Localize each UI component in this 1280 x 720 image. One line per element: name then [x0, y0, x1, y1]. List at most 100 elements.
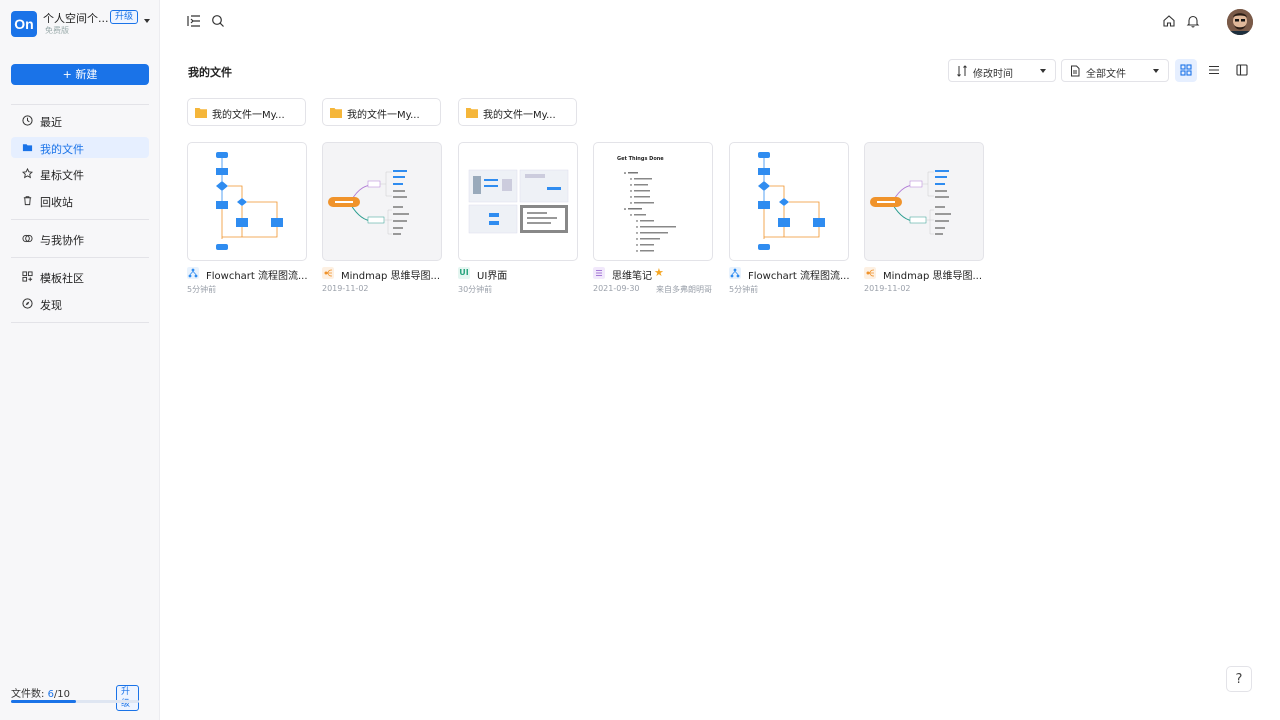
trash-icon — [23, 196, 32, 206]
star-icon[interactable]: ★ — [654, 266, 664, 279]
mindmap-thumbnail — [870, 170, 951, 235]
sidebar-item-label: 与我协作 — [40, 234, 84, 247]
page-title: 我的文件 — [188, 66, 232, 79]
sidebar-item-label: 回收站 — [40, 196, 73, 209]
note-icon — [593, 267, 605, 279]
help-button[interactable]: ? — [1226, 666, 1252, 692]
sidebar-item-label: 最近 — [40, 116, 62, 129]
folder-name: 我的文件一My... — [347, 110, 420, 121]
file-card[interactable]: Mindmap 思维导图... 2019-11-02 — [864, 142, 984, 297]
flowchart-thumbnail — [758, 152, 825, 250]
workspace-plan: 免费版 — [45, 26, 69, 35]
file-meta: 2021-09-30 — [593, 284, 640, 293]
chevron-down-icon — [1040, 69, 1046, 73]
file-meta: 2019-11-02 — [864, 284, 911, 293]
list-icon — [1209, 65, 1219, 75]
file-thumbnail — [187, 142, 307, 261]
bell-icon[interactable] — [1186, 14, 1200, 28]
sidebar-item-trash[interactable]: 回收站 — [11, 190, 149, 211]
workspace-name: 个人空间个... — [43, 12, 109, 25]
folder-icon — [466, 108, 478, 118]
note-thumbnail: Get Things Done — [617, 156, 676, 252]
mindmap-icon — [322, 267, 334, 279]
file-quota: 文件数: 6/10 升级 — [11, 685, 139, 711]
avatar-image — [1227, 9, 1253, 35]
ui-thumbnail — [468, 169, 569, 234]
search-icon[interactable] — [211, 14, 225, 28]
file-thumbnail — [322, 142, 442, 261]
quota-total: /10 — [53, 689, 71, 700]
quota-label: 文件数: — [11, 689, 48, 700]
folder-icon — [195, 108, 207, 118]
folder-name: 我的文件一My... — [483, 110, 556, 121]
file-title: 思维笔记 — [612, 271, 652, 282]
file-icon — [1071, 65, 1080, 77]
sidebar-item-starred[interactable]: 星标文件 — [11, 163, 149, 184]
file-card[interactable]: UI UI界面 30分钟前 — [458, 142, 578, 297]
file-title: UI界面 — [477, 271, 508, 282]
sidebar-item-discover[interactable]: 发现 — [11, 293, 149, 314]
note-heading: Get Things Done — [617, 156, 664, 162]
folder-item[interactable]: 我的文件一My... — [458, 98, 577, 126]
upgrade-badge[interactable]: 升级 — [110, 10, 139, 24]
file-card[interactable]: Get Things Done 思维笔记 ★ 2021-09-30 来自多弗朗明… — [593, 142, 713, 297]
plus-icon: + — [62, 68, 76, 81]
avatar[interactable] — [1227, 9, 1253, 35]
folder-item[interactable]: 我的文件一My... — [187, 98, 306, 126]
new-button-label: 新建 — [75, 68, 98, 81]
sidebar-toggle-icon[interactable] — [187, 14, 201, 28]
sort-label: 修改时间 — [973, 69, 1013, 80]
filter-label: 全部文件 — [1086, 69, 1126, 80]
panel-toggle-button[interactable] — [1231, 59, 1253, 82]
sort-dropdown[interactable]: 修改时间 — [948, 59, 1056, 82]
grid-view-button[interactable] — [1175, 59, 1197, 82]
file-title: Flowchart 流程图流... — [748, 271, 850, 282]
file-thumbnail — [864, 142, 984, 261]
sidebar-item-label: 星标文件 — [40, 169, 84, 182]
chevron-down-icon[interactable] — [144, 19, 150, 23]
clock-icon — [22, 115, 33, 126]
flowchart-icon — [729, 267, 741, 279]
divider — [11, 104, 149, 105]
file-card[interactable]: Flowchart 流程图流... 5分钟前 — [187, 142, 308, 297]
template-icon — [22, 271, 33, 282]
quota-upgrade-badge[interactable]: 升级 — [116, 685, 139, 711]
file-meta: 2019-11-02 — [322, 284, 369, 293]
sidebar-item-label: 模板社区 — [40, 272, 84, 285]
folder-icon — [330, 108, 342, 118]
list-view-button[interactable] — [1203, 59, 1225, 82]
sidebar-item-label: 我的文件 — [40, 143, 84, 156]
quota-progress-fill — [11, 700, 77, 703]
mindmap-icon — [864, 267, 876, 279]
quota-progress-bar — [11, 700, 139, 703]
star-icon — [22, 168, 33, 179]
file-meta: 30分钟前 — [458, 285, 493, 294]
sort-icon — [957, 65, 967, 77]
file-meta: 5分钟前 — [187, 285, 217, 294]
panel-icon — [1236, 64, 1248, 76]
divider — [11, 322, 149, 323]
new-button[interactable]: + 新建 — [11, 64, 149, 85]
folder-item[interactable]: 我的文件一My... — [322, 98, 441, 126]
chevron-down-icon — [1153, 69, 1159, 73]
flowchart-thumbnail — [216, 152, 283, 250]
collab-icon — [22, 234, 33, 243]
sidebar: On 个人空间个... 升级 免费版 + 新建 最近 我的文件 星标文件 回收站… — [0, 0, 160, 720]
file-card[interactable]: Flowchart 流程图流... 5分钟前 — [729, 142, 850, 297]
flowchart-icon — [187, 267, 199, 279]
filter-dropdown[interactable]: 全部文件 — [1061, 59, 1169, 82]
file-thumbnail — [729, 142, 849, 261]
ui-icon: UI — [458, 267, 470, 279]
home-icon[interactable] — [1162, 14, 1176, 28]
file-card[interactable]: Mindmap 思维导图... 2019-11-02 — [322, 142, 442, 297]
sidebar-item-templates[interactable]: 模板社区 — [11, 266, 149, 287]
sidebar-item-recent[interactable]: 最近 — [11, 110, 149, 131]
file-meta: 5分钟前 — [729, 285, 759, 294]
workspace-switcher[interactable]: On 个人空间个... 升级 免费版 — [11, 9, 156, 39]
sidebar-item-my-files[interactable]: 我的文件 — [11, 137, 149, 158]
file-thumbnail: Get Things Done — [593, 142, 713, 261]
sidebar-item-collab[interactable]: 与我协作 — [11, 228, 149, 249]
file-thumbnail — [458, 142, 578, 261]
folder-icon — [22, 144, 33, 152]
file-source: 来自多弗朗明哥 — [656, 285, 712, 294]
